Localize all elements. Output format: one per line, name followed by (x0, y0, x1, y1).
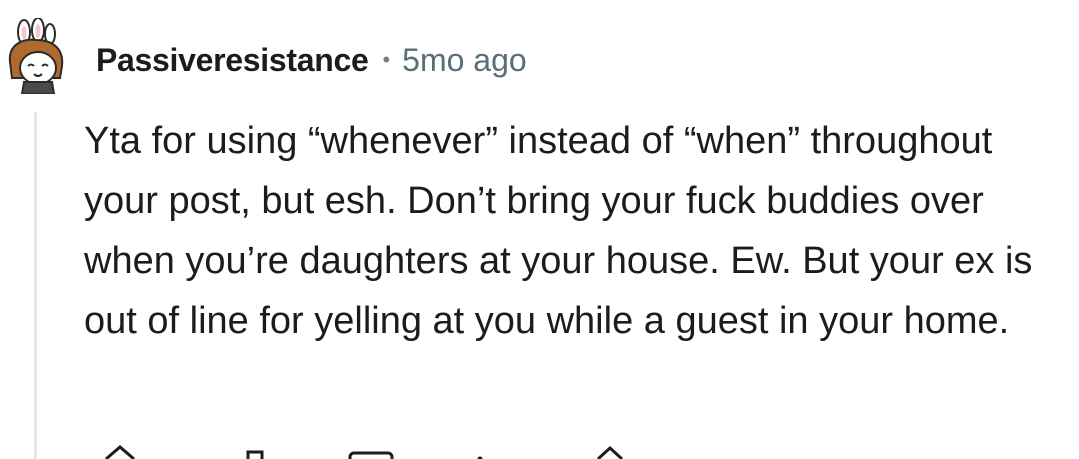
comment: Passiveresistance • 5mo ago Yta for usin… (0, 0, 1079, 459)
thread-line[interactable] (34, 112, 37, 459)
share-icon[interactable] (590, 440, 630, 459)
snoo-avatar-icon (8, 17, 64, 95)
username[interactable]: Passiveresistance (96, 42, 369, 79)
reply-icon[interactable] (346, 440, 396, 459)
comment-header: Passiveresistance • 5mo ago (96, 38, 527, 82)
comment-body: Yta for using “whenever” instead of “whe… (84, 120, 1033, 342)
downvote-icon[interactable] (240, 440, 270, 459)
avatar[interactable] (4, 17, 68, 95)
more-options-icon[interactable] (468, 440, 492, 459)
separator-dot: • (382, 47, 391, 72)
upvote-icon[interactable] (100, 440, 140, 459)
comment-action-bar (0, 440, 1079, 459)
timestamp: 5mo ago (402, 41, 527, 78)
